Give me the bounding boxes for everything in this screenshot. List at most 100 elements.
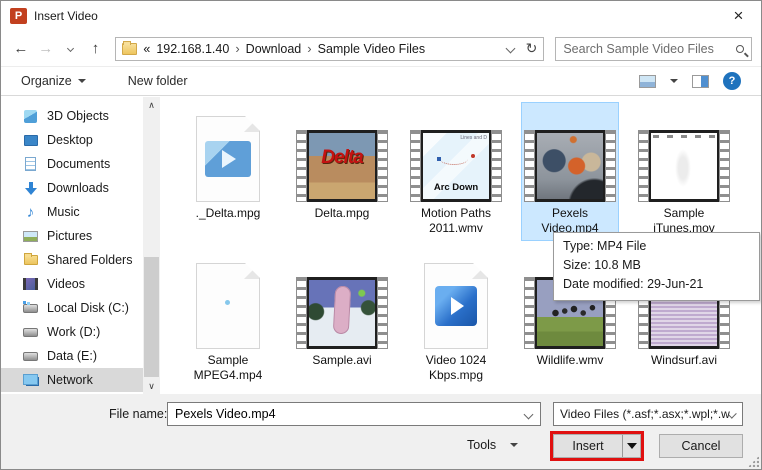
back-button[interactable]: ← [10, 37, 32, 61]
filmstrip-icon: Delta [296, 130, 388, 202]
file-name-label: Sample [663, 206, 705, 220]
music-icon: ♪ [26, 203, 35, 221]
address-dropdown-icon[interactable] [505, 43, 516, 54]
breadcrumb-item-host[interactable]: 192.168.1.40 [156, 42, 229, 56]
videos-icon [22, 276, 39, 292]
sidebar-item-label: Pictures [47, 229, 93, 243]
thumbnail-text: Delta [321, 147, 363, 168]
drive-icon [22, 324, 39, 340]
file-name-label: 2011.wmv [429, 221, 483, 235]
organize-button[interactable]: Organize [21, 74, 86, 88]
scroll-up-icon[interactable]: ∧ [148, 97, 155, 113]
filmstrip-icon [638, 130, 730, 202]
file-name-label: Motion Paths [420, 206, 492, 220]
sidebar-item-work-d[interactable]: Work (D:) [1, 320, 143, 344]
shared-folder-icon [22, 252, 39, 268]
insert-video-dialog: P Insert Video × ← → ↑ « 192.168.1.40 › … [0, 0, 762, 470]
file-tile-delta[interactable]: Delta Delta.mpg [294, 103, 390, 240]
breadcrumb-prefix: « [143, 41, 151, 56]
sidebar-item-label: Shared Folders [47, 253, 133, 267]
scrollbar-thumb[interactable] [144, 257, 159, 377]
file-name-field-label: File name: [109, 407, 168, 421]
video-document-icon [196, 116, 260, 202]
address-bar[interactable]: « 192.168.1.40 › Download › Sample Video… [115, 36, 545, 61]
new-folder-label: New folder [127, 74, 188, 88]
file-name-label: Kbps.mpg [428, 368, 483, 382]
sidebar-item-documents[interactable]: Documents [1, 152, 143, 176]
file-tile-sample-mpeg4[interactable]: Sample MPEG4.mp4 [180, 250, 276, 387]
navigation-sidebar: 3D Objects Desktop Documents Downloads ♪… [1, 97, 143, 394]
video-document-icon [424, 263, 488, 349]
sidebar-item-desktop[interactable]: Desktop [1, 128, 143, 152]
filmstrip-icon [524, 130, 616, 202]
file-tile-motion-paths[interactable]: Lines and D Arc Down Motion Paths 2011.w… [408, 103, 504, 240]
views-dropdown-icon[interactable] [670, 79, 678, 83]
file-name-label: Sample.avi [312, 353, 372, 367]
insert-button-highlight-annotation: Insert [550, 431, 644, 461]
file-name-dropdown-icon[interactable] [523, 409, 534, 419]
dialog-footer: File name: Video Files (*.asf;*.asx;*.wp… [1, 394, 761, 469]
new-folder-button[interactable]: New folder [128, 74, 188, 88]
sidebar-item-3d-objects[interactable]: 3D Objects [1, 104, 143, 128]
search-box[interactable] [555, 36, 753, 61]
file-type-dropdown[interactable]: Video Files (*.asf;*.asx;*.wpl;*.w [553, 402, 743, 426]
sidebar-scrollbar[interactable]: ∧ ∨ [143, 97, 160, 394]
resize-grip[interactable] [748, 456, 759, 467]
command-toolbar: Organize New folder ? [1, 67, 761, 96]
insert-dropdown-icon[interactable] [623, 435, 640, 457]
cancel-button[interactable]: Cancel [659, 434, 743, 458]
title-bar: P Insert Video × [1, 1, 761, 31]
file-name-input[interactable] [175, 407, 525, 421]
help-button[interactable]: ? [723, 72, 741, 90]
file-tile-sample-itunes[interactable]: Sample iTunes.mov [636, 103, 732, 240]
filmstrip-icon: Lines and D Arc Down [410, 130, 502, 202]
tools-button[interactable]: Tools [467, 438, 519, 452]
file-name-label: ._Delta.mpg [195, 206, 261, 220]
sidebar-item-data-e[interactable]: Data (E:) [1, 344, 143, 368]
file-tile-sample-avi[interactable]: Sample.avi [294, 250, 390, 387]
file-name-label: Pexels [551, 206, 589, 220]
search-icon[interactable] [736, 44, 745, 53]
file-type-value: Video Files (*.asf;*.asx;*.wpl;*.w [560, 407, 730, 421]
sidebar-item-downloads[interactable]: Downloads [1, 176, 143, 200]
insert-split-button[interactable]: Insert [553, 434, 641, 458]
tools-label: Tools [467, 438, 497, 452]
file-info-tooltip: Type: MP4 File Size: 10.8 MB Date modifi… [553, 232, 760, 301]
sidebar-item-label: Work (D:) [47, 325, 101, 339]
file-tile-video-1024[interactable]: Video 1024 Kbps.mpg [408, 250, 504, 387]
system-drive-icon [22, 300, 39, 316]
scroll-down-icon[interactable]: ∨ [148, 378, 155, 394]
filmstrip-icon [296, 277, 388, 349]
file-tile-pexels-video-selected[interactable]: Pexels Video.mp4 [522, 103, 618, 240]
refresh-icon[interactable]: ↻ [526, 40, 538, 57]
sidebar-item-label: Local Disk (C:) [47, 301, 129, 315]
file-name-label: Delta.mpg [314, 206, 370, 220]
sidebar-item-network[interactable]: Network [1, 368, 143, 392]
insert-button[interactable]: Insert [554, 435, 622, 457]
views-button[interactable] [639, 74, 656, 88]
breadcrumb-item-download[interactable]: Download [246, 42, 302, 56]
file-name-label: Wildlife.wmv [536, 353, 604, 367]
close-button[interactable]: × [716, 1, 761, 31]
file-name-combobox[interactable] [167, 402, 541, 426]
file-tile-dot-delta[interactable]: ._Delta.mpg [180, 103, 276, 240]
tooltip-size-line: Size: 10.8 MB [563, 258, 641, 272]
downloads-icon [22, 180, 39, 196]
folder-icon [122, 40, 138, 55]
search-input[interactable] [563, 41, 737, 56]
sidebar-item-music[interactable]: ♪ Music [1, 200, 143, 224]
sidebar-item-label: Videos [47, 277, 85, 291]
window-title: Insert Video [34, 9, 98, 23]
preview-pane-icon[interactable] [692, 74, 709, 88]
sidebar-item-label: Desktop [47, 133, 93, 147]
sidebar-item-local-disk-c[interactable]: Local Disk (C:) [1, 296, 143, 320]
file-name-label: Video 1024 [425, 353, 487, 367]
sidebar-item-label: Downloads [47, 181, 109, 195]
breadcrumb-item-current[interactable]: Sample Video Files [318, 42, 425, 56]
sidebar-item-videos[interactable]: Videos [1, 272, 143, 296]
history-dropdown-icon[interactable] [60, 37, 82, 61]
sidebar-item-shared-folders[interactable]: Shared Folders [1, 248, 143, 272]
sidebar-item-pictures[interactable]: Pictures [1, 224, 143, 248]
forward-button[interactable]: → [35, 37, 57, 61]
up-button[interactable]: ↑ [85, 37, 107, 61]
